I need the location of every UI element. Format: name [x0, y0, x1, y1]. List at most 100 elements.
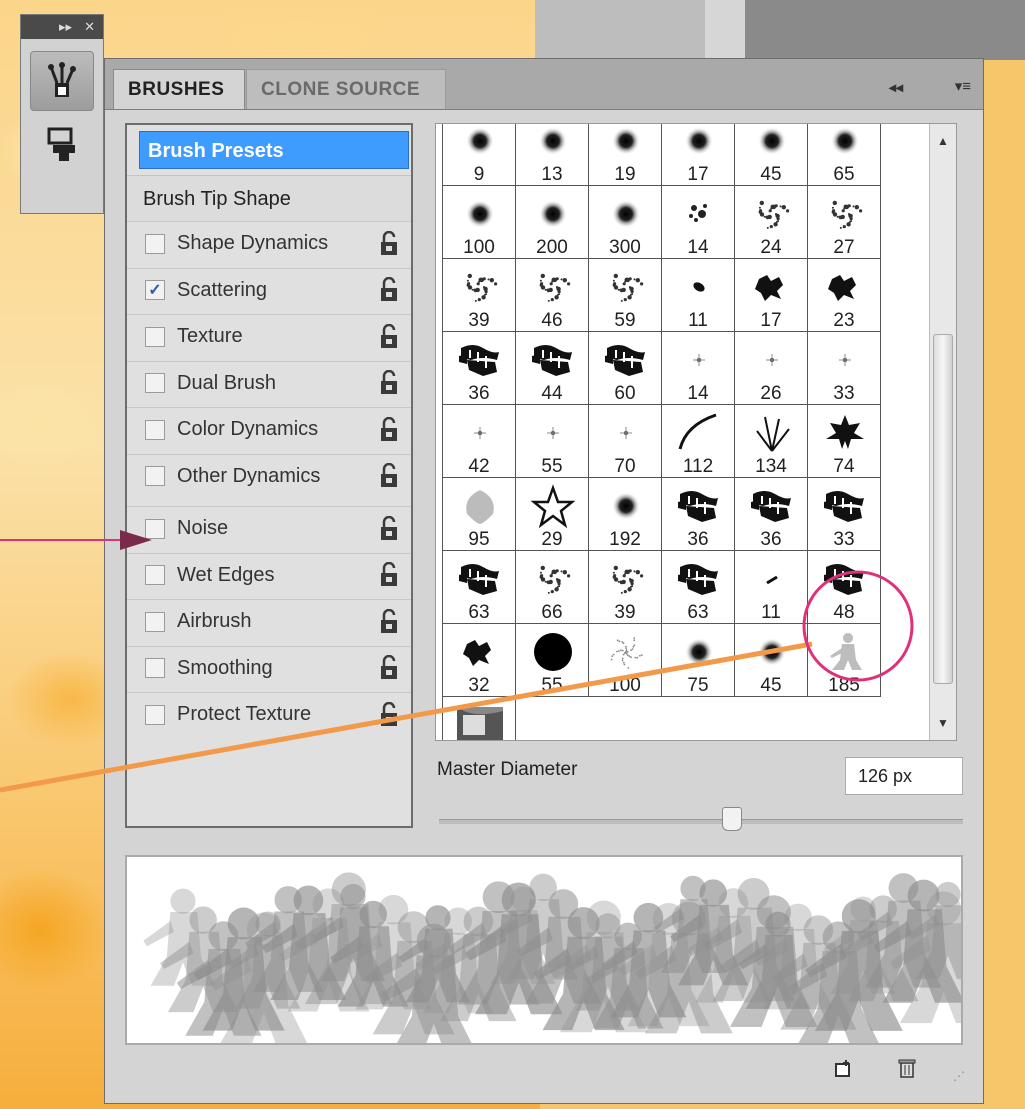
option-checkbox[interactable]: ✓ [145, 280, 165, 300]
option-row-noise[interactable]: Noise [127, 506, 411, 550]
brush-preset[interactable]: 17 [734, 258, 808, 332]
brush-tip-shape-item[interactable]: Brush Tip Shape [127, 175, 411, 221]
grid-scrollbar[interactable]: ▲ ▼ [929, 124, 956, 740]
option-row-color-dynamics[interactable]: Color Dynamics [127, 407, 411, 451]
new-preset-icon[interactable] [833, 1059, 853, 1079]
option-checkbox[interactable] [145, 565, 165, 585]
brush-preset[interactable]: 439 [442, 696, 516, 740]
option-checkbox[interactable] [145, 658, 165, 678]
brush-preset[interactable]: 95 [442, 477, 516, 551]
lock-icon[interactable] [379, 515, 401, 542]
option-row-scattering[interactable]: ✓ Scattering [127, 267, 411, 312]
scroll-up-icon[interactable]: ▲ [930, 134, 956, 148]
brushes-panel-button[interactable] [30, 51, 94, 111]
brush-preset[interactable]: 63 [661, 550, 735, 624]
brush-preset[interactable]: 14 [661, 331, 735, 405]
brush-preset[interactable]: 55 [515, 623, 589, 697]
brush-preset[interactable]: 70 [588, 404, 662, 478]
brush-preset[interactable]: 42 [442, 404, 516, 478]
brush-preset[interactable]: 63 [442, 550, 516, 624]
brush-preset[interactable]: 59 [588, 258, 662, 332]
brush-preset[interactable]: 200 [515, 185, 589, 259]
brush-preset[interactable]: 24 [734, 185, 808, 259]
option-checkbox[interactable] [145, 233, 165, 254]
brush-preset[interactable]: 75 [661, 623, 735, 697]
master-diameter-slider[interactable] [439, 819, 963, 824]
lock-icon[interactable] [379, 416, 401, 443]
brush-preset[interactable]: 185 [807, 623, 881, 697]
brush-preset[interactable]: 27 [807, 185, 881, 259]
brush-preset[interactable]: 112 [661, 404, 735, 478]
scrollbar-thumb[interactable] [933, 334, 953, 684]
brush-preset[interactable]: 45 [734, 623, 808, 697]
brush-preset[interactable]: 33 [807, 477, 881, 551]
slider-thumb[interactable] [722, 807, 743, 831]
option-checkbox[interactable] [145, 466, 165, 486]
brush-preset[interactable]: 36 [734, 477, 808, 551]
brush-preset[interactable]: 39 [588, 550, 662, 624]
brush-preset[interactable]: 46 [515, 258, 589, 332]
brush-preset[interactable]: 36 [442, 331, 516, 405]
tab-clone-source[interactable]: CLONE SOURCE [246, 69, 446, 109]
master-diameter-field[interactable]: 126 px [845, 757, 963, 795]
expand-icon[interactable]: ▸▸ [59, 19, 72, 35]
brush-preset[interactable]: 45 [734, 124, 808, 186]
option-row-texture[interactable]: Texture [127, 314, 411, 358]
brush-preset[interactable]: 100 [588, 623, 662, 697]
brush-preset[interactable]: 300 [588, 185, 662, 259]
brush-preset[interactable]: 55 [515, 404, 589, 478]
lock-icon[interactable] [379, 323, 401, 350]
brush-preset[interactable]: 9 [442, 124, 516, 186]
lock-icon[interactable] [379, 701, 401, 728]
option-row-protect-texture[interactable]: Protect Texture [127, 692, 411, 736]
lock-icon[interactable] [379, 655, 401, 681]
brush-preset[interactable]: 192 [588, 477, 662, 551]
brush-preset[interactable]: 65 [807, 124, 881, 186]
lock-icon[interactable] [379, 463, 401, 489]
brush-preset[interactable]: 66 [515, 550, 589, 624]
option-row-airbrush[interactable]: Airbrush [127, 599, 411, 643]
brush-preset[interactable]: 32 [442, 623, 516, 697]
collapse-icon[interactable]: ◂◂ [889, 79, 903, 96]
brush-preset[interactable]: 26 [734, 331, 808, 405]
lock-icon[interactable] [379, 277, 401, 303]
brush-preset[interactable]: 23 [807, 258, 881, 332]
lock-icon[interactable] [379, 608, 401, 635]
option-row-dual-brush[interactable]: Dual Brush [127, 360, 411, 405]
clone-source-panel-button[interactable] [31, 119, 93, 169]
brush-preset[interactable]: 13 [515, 124, 589, 186]
option-row-smoothing[interactable]: Smoothing [127, 645, 411, 690]
option-checkbox[interactable] [145, 326, 165, 347]
brush-preset[interactable]: 48 [807, 550, 881, 624]
brush-preset[interactable]: 19 [588, 124, 662, 186]
brush-preset[interactable]: 29 [515, 477, 589, 551]
brush-preset[interactable]: 74 [807, 404, 881, 478]
resize-grip-icon[interactable]: ⋰ [953, 1069, 965, 1083]
option-row-shape-dynamics[interactable]: Shape Dynamics [127, 221, 411, 265]
brush-preset[interactable]: 36 [661, 477, 735, 551]
brush-preset[interactable]: 44 [515, 331, 589, 405]
scroll-down-icon[interactable]: ▼ [930, 716, 956, 730]
tab-brushes[interactable]: BRUSHES [113, 69, 245, 109]
option-checkbox[interactable] [145, 419, 165, 440]
lock-icon[interactable] [379, 370, 401, 396]
brush-preset[interactable]: 100 [442, 185, 516, 259]
option-checkbox[interactable] [145, 518, 165, 539]
brush-preset[interactable]: 39 [442, 258, 516, 332]
panel-menu-icon[interactable]: ▾≡ [955, 77, 971, 95]
brush-preset[interactable]: 134 [734, 404, 808, 478]
brush-preset[interactable]: 60 [588, 331, 662, 405]
brush-preset[interactable]: 11 [661, 258, 735, 332]
brush-presets-item[interactable]: Brush Presets [139, 131, 409, 169]
option-checkbox[interactable] [145, 704, 165, 725]
option-checkbox[interactable] [145, 373, 165, 393]
lock-icon[interactable] [379, 562, 401, 588]
brush-preset[interactable]: 14 [661, 185, 735, 259]
brush-preset[interactable]: 33 [807, 331, 881, 405]
close-icon[interactable]: ✕ [84, 19, 95, 35]
option-row-other-dynamics[interactable]: Other Dynamics [127, 453, 411, 498]
trash-icon[interactable] [897, 1057, 917, 1079]
brush-preset[interactable]: 17 [661, 124, 735, 186]
option-row-wet-edges[interactable]: Wet Edges [127, 552, 411, 597]
brush-preset[interactable]: 11 [734, 550, 808, 624]
